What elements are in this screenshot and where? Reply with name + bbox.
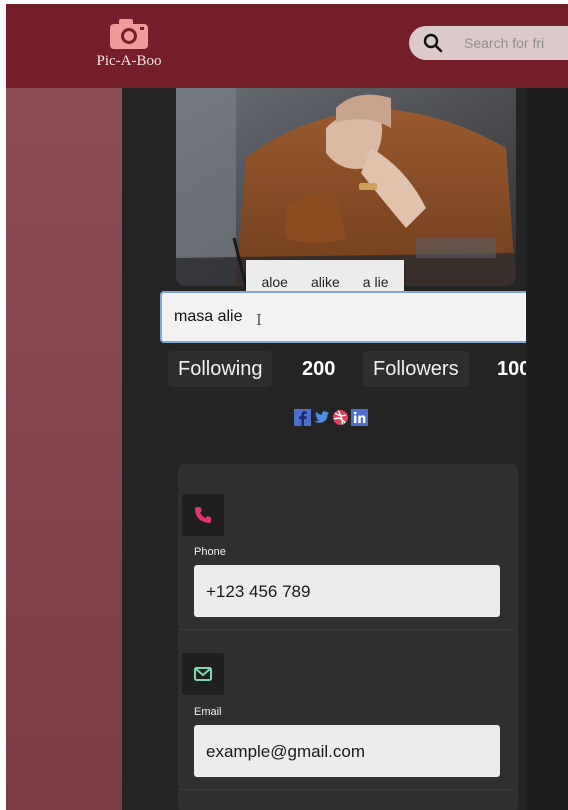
profile-photo[interactable] [176, 88, 516, 286]
camera-icon [110, 19, 148, 49]
email-icon [194, 667, 212, 681]
email-field[interactable]: example@gmail.com [194, 725, 500, 777]
divider [180, 629, 514, 630]
search-input[interactable]: Search for fri [464, 35, 544, 51]
phone-value: +123 456 789 [206, 582, 311, 601]
top-bar: Pic-A-Boo Search for fri [6, 4, 568, 88]
suggestion-item[interactable]: a lie [363, 274, 389, 290]
followers-button[interactable]: Followers [363, 351, 469, 387]
app-window: Pic-A-Boo Search for fri aloe alike a li… [6, 4, 568, 810]
app-name: Pic-A-Boo [96, 53, 162, 69]
phone-label: Phone [194, 546, 226, 558]
search-bar[interactable]: Search for fri [409, 26, 568, 60]
divider [180, 789, 514, 790]
phone-field[interactable]: +123 456 789 [194, 565, 500, 617]
linkedin-icon[interactable] [351, 409, 368, 426]
right-edge-panel [526, 88, 568, 810]
twitter-icon[interactable] [313, 409, 330, 426]
text-cursor-icon: I [256, 311, 262, 329]
suggestion-item[interactable]: aloe [262, 274, 288, 290]
email-label: Email [194, 706, 222, 718]
profile-name-input[interactable]: masa alie I [160, 291, 531, 343]
suggestion-item[interactable]: alike [311, 274, 340, 290]
phone-icon [195, 507, 211, 523]
email-icon-box [182, 653, 224, 695]
phone-icon-box [182, 494, 224, 536]
social-links [294, 409, 368, 426]
facebook-icon[interactable] [294, 409, 311, 426]
dribbble-icon[interactable] [332, 409, 349, 426]
sidebar [6, 88, 122, 810]
profile-panel: aloe alike a lie masa alie I Following 2… [122, 88, 568, 810]
search-icon [423, 33, 443, 53]
name-input-value: masa alie [174, 308, 243, 325]
following-count: 200 [302, 358, 336, 380]
contact-card: Phone +123 456 789 Email example@gmail.c… [178, 464, 518, 810]
following-button[interactable]: Following [168, 351, 273, 387]
app-logo[interactable]: Pic-A-Boo [84, 18, 174, 70]
email-value: example@gmail.com [206, 742, 365, 761]
